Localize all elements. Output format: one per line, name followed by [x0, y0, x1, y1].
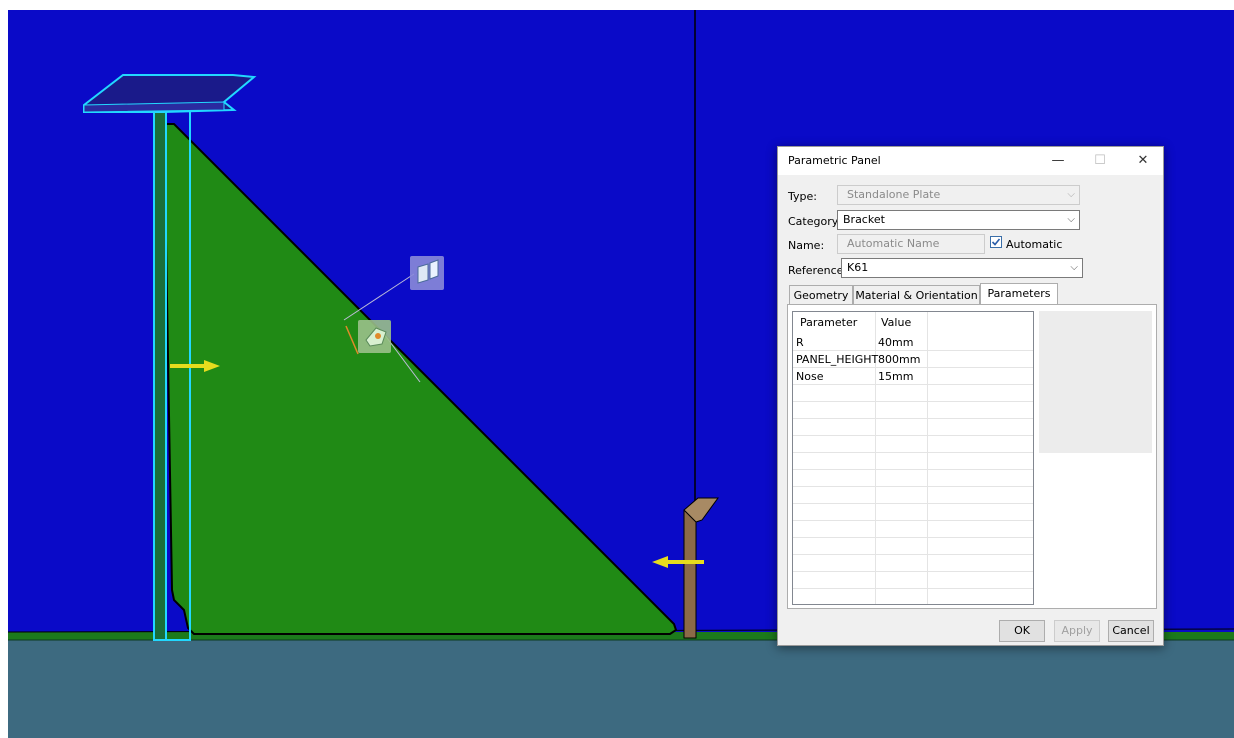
- type-label: Type:: [788, 190, 817, 203]
- grid-row-line: [793, 469, 1033, 470]
- chevron-down-icon: ⌵: [1067, 214, 1075, 225]
- type-value: Standalone Plate: [847, 188, 941, 201]
- right-post[interactable]: [683, 509, 697, 639]
- name-label: Name:: [788, 239, 825, 252]
- chevron-down-icon: ⌵: [1067, 189, 1075, 200]
- reference-value: K61: [847, 261, 869, 274]
- grid-row-line: [793, 452, 1033, 453]
- orientation-handle-icon[interactable]: [410, 256, 444, 290]
- apply-button: Apply: [1054, 620, 1100, 642]
- cancel-button[interactable]: Cancel: [1108, 620, 1154, 642]
- cell-value[interactable]: 40mm: [875, 334, 927, 351]
- cell-parameter[interactable]: Nose: [793, 368, 875, 385]
- grid-row-line: [793, 435, 1033, 436]
- vertical-column[interactable]: [153, 109, 167, 641]
- cell-parameter[interactable]: PANEL_HEIGHT: [793, 351, 878, 368]
- dialog-titlebar[interactable]: Parametric Panel — ☐ ✕: [778, 147, 1163, 175]
- grid-row-line: [793, 367, 1033, 368]
- tab-parameters[interactable]: Parameters: [980, 283, 1058, 305]
- category-label: Category:: [788, 215, 842, 228]
- tab-material-orientation[interactable]: Material & Orientation: [853, 285, 980, 305]
- grid-row-line: [793, 384, 1033, 385]
- cell-value[interactable]: 15mm: [875, 368, 927, 385]
- grid-row-line: [793, 503, 1033, 504]
- close-button[interactable]: ✕: [1128, 151, 1158, 171]
- type-select: Standalone Plate ⌵: [837, 185, 1080, 205]
- name-input: Automatic Name: [837, 234, 985, 254]
- category-value: Bracket: [843, 213, 885, 226]
- grid-row-line: [793, 588, 1033, 589]
- chevron-down-icon: ⌵: [1070, 262, 1078, 273]
- floor-surface: [8, 640, 1234, 738]
- grid-row-line: [793, 350, 1033, 351]
- minimize-button[interactable]: —: [1043, 151, 1073, 171]
- reference-label: Reference:: [788, 264, 848, 277]
- grid-row-line: [793, 571, 1033, 572]
- parameters-grid[interactable]: Parameter Value R 40mm PANEL_HEIGHT 800m…: [792, 311, 1034, 605]
- column-header-parameter[interactable]: Parameter: [795, 314, 875, 331]
- maximize-button: ☐: [1094, 153, 1106, 168]
- grid-row-line: [793, 537, 1033, 538]
- parameters-tab-panel: Parameter Value R 40mm PANEL_HEIGHT 800m…: [787, 304, 1157, 609]
- cell-value[interactable]: 800mm: [875, 351, 927, 368]
- grid-row-line: [793, 486, 1033, 487]
- checkmark-icon: [991, 238, 1001, 246]
- ok-button[interactable]: OK: [999, 620, 1045, 642]
- grid-row-line: [793, 520, 1033, 521]
- column-header-value[interactable]: Value: [876, 314, 928, 331]
- name-value: Automatic Name: [847, 237, 940, 250]
- automatic-checkbox[interactable]: [990, 236, 1002, 248]
- grid-row-line: [793, 418, 1033, 419]
- grid-row-line: [793, 401, 1033, 402]
- reference-handle-icon[interactable]: [358, 320, 391, 353]
- grid-row-line: [793, 554, 1033, 555]
- category-select[interactable]: Bracket ⌵: [837, 210, 1080, 230]
- parameter-preview-area: [1039, 311, 1152, 453]
- automatic-label: Automatic: [1006, 238, 1063, 251]
- dialog-title: Parametric Panel: [788, 154, 881, 167]
- tab-geometry[interactable]: Geometry: [789, 285, 853, 305]
- grid-column-divider: [927, 312, 928, 604]
- cell-parameter[interactable]: R: [793, 334, 875, 351]
- parametric-panel-dialog[interactable]: Parametric Panel — ☐ ✕ Type: Standalone …: [777, 146, 1164, 646]
- reference-select[interactable]: K61 ⌵: [841, 258, 1083, 278]
